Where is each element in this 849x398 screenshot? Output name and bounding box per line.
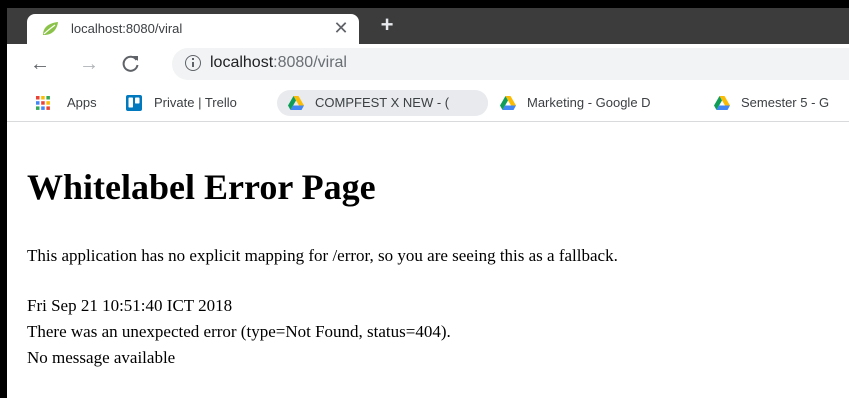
google-drive-icon — [500, 96, 516, 110]
google-drive-icon — [714, 96, 730, 110]
bookmark-semester[interactable]: Semester 5 - G — [712, 90, 849, 116]
bookmark-label: Private | Trello — [154, 95, 237, 110]
browser-toolbar: ← → localhost:8080/viral — [7, 44, 849, 84]
bookmark-label: Marketing - Google D — [527, 95, 651, 110]
tab-close-icon[interactable]: ✕ — [331, 17, 351, 39]
url-host: localhost — [210, 54, 274, 71]
forward-arrow-icon[interactable]: → — [77, 52, 101, 76]
error-description: This application has no explicit mapping… — [27, 246, 618, 265]
bookmarks-bar: Apps Private | Trello COMPFEST X NEW - (… — [7, 84, 849, 122]
bookmark-compfest[interactable]: COMPFEST X NEW - ( — [277, 90, 488, 116]
bookmark-trello[interactable]: Private | Trello — [122, 90, 268, 116]
label-fade — [682, 90, 696, 116]
url-text[interactable]: localhost:8080/viral — [210, 54, 347, 72]
info-icon[interactable] — [185, 55, 201, 71]
tab-strip: localhost:8080/viral ✕ + — [7, 8, 849, 44]
error-details: There was an unexpected error (type=Not … — [27, 322, 451, 341]
google-drive-icon — [288, 96, 304, 110]
new-tab-plus-icon[interactable]: + — [375, 13, 399, 37]
label-fade — [474, 90, 488, 116]
page-content: Whitelabel Error Page This application h… — [7, 122, 849, 398]
bookmark-apps[interactable]: Apps — [29, 90, 113, 116]
bookmark-label: COMPFEST X NEW - ( — [315, 95, 450, 110]
page-title: Whitelabel Error Page — [27, 167, 376, 207]
url-path: :8080/viral — [273, 54, 347, 71]
apps-grid-icon — [36, 96, 50, 110]
trello-icon — [126, 95, 142, 111]
error-timestamp: Fri Sep 21 10:51:40 ICT 2018 — [27, 296, 233, 315]
error-message: No message available — [27, 348, 176, 367]
address-bar[interactable]: localhost:8080/viral — [172, 48, 849, 80]
spring-leaf-icon — [43, 22, 58, 35]
tab-title: localhost:8080/viral — [71, 21, 183, 36]
window-frame-top — [0, 0, 849, 8]
reload-icon[interactable] — [119, 52, 143, 76]
bookmark-label: Semester 5 - G — [741, 95, 830, 110]
window-frame-left — [0, 0, 7, 398]
reload-arrow-icon — [122, 55, 139, 72]
active-tab[interactable]: localhost:8080/viral ✕ — [27, 14, 359, 44]
bookmark-marketing[interactable]: Marketing - Google D — [496, 90, 696, 116]
bookmark-label: Apps — [67, 95, 97, 110]
back-arrow-icon[interactable]: ← — [28, 52, 52, 76]
